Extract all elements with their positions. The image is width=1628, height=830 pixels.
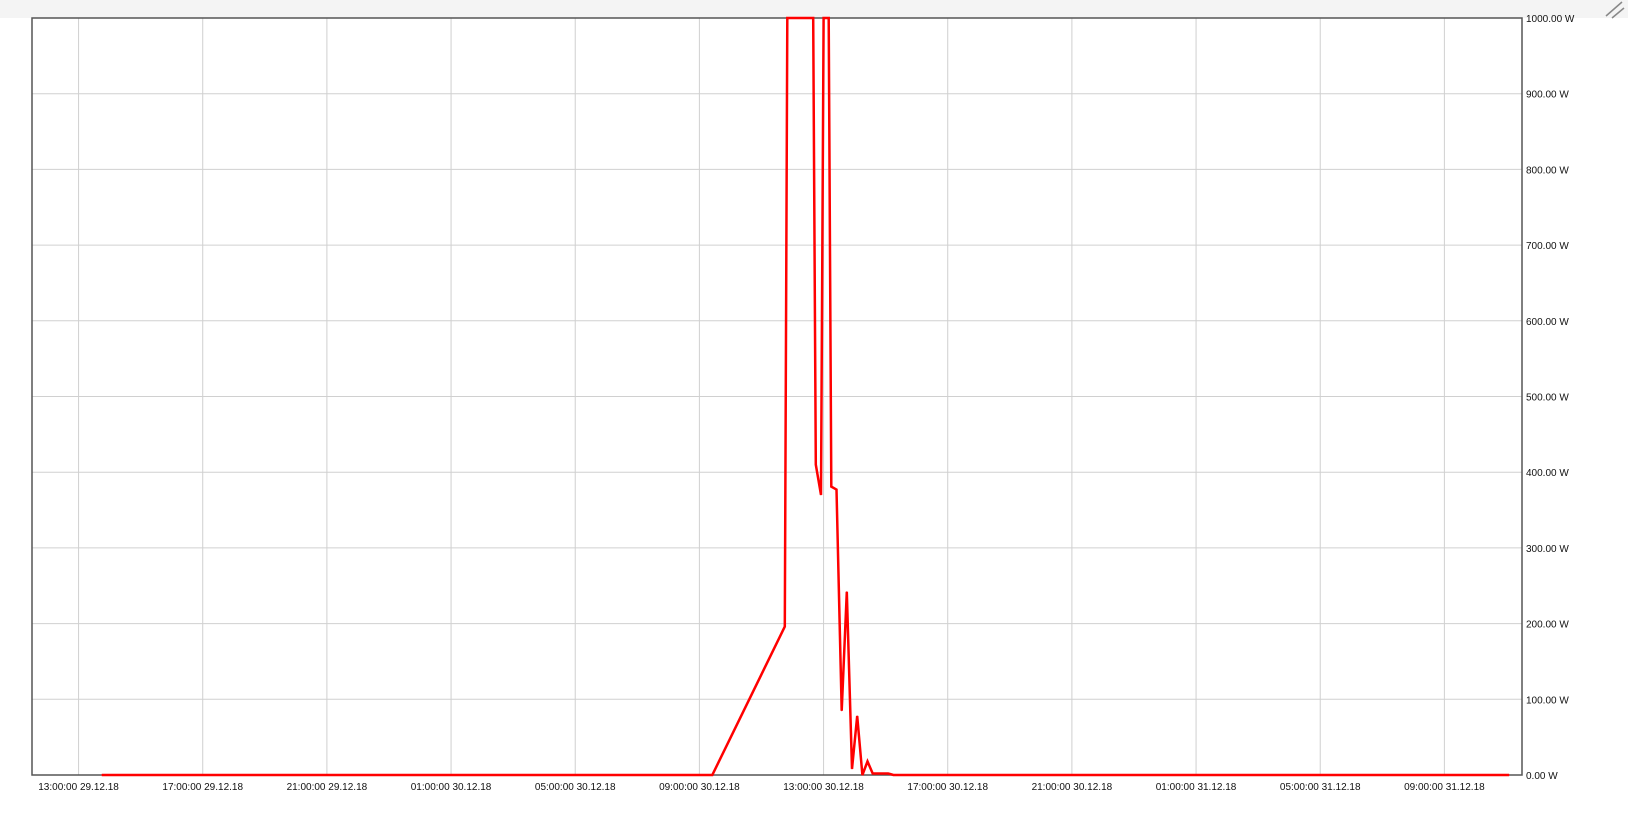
- x-tick-label: 17:00:00 30.12.18: [907, 782, 988, 793]
- data-point: [851, 768, 853, 770]
- x-tick-label: 17:00:00 29.12.18: [162, 782, 243, 793]
- x-axis-tick-labels: 13:00:00 29.12.18 17:00:00 29.12.18 21:00:…: [38, 782, 1485, 793]
- x-tick-label: 21:00:00 30.12.18: [1032, 782, 1113, 793]
- resize-handle-icon[interactable]: [1605, 1, 1625, 19]
- data-point: [823, 17, 825, 19]
- data-point: [820, 494, 822, 496]
- y-tick-label: 800.00 W: [1526, 165, 1569, 176]
- data-point: [846, 591, 848, 593]
- line-chart: 13:00:00 29.12.18 17:00:00 29.12.18 21:00:…: [31, 1, 1625, 793]
- y-tick-label: 400.00 W: [1526, 468, 1569, 479]
- data-point: [887, 773, 889, 774]
- data-point: [856, 715, 858, 717]
- data-point: [841, 710, 843, 712]
- data-point: [861, 774, 863, 776]
- y-tick-label: 100.00 W: [1526, 695, 1569, 706]
- data-point: [892, 774, 894, 776]
- x-tick-label: 13:00:00 30.12.18: [783, 782, 864, 793]
- data-point: [784, 626, 786, 628]
- x-tick-label: 01:00:00 30.12.18: [411, 782, 492, 793]
- x-tick-label: 05:00:00 30.12.18: [535, 782, 616, 793]
- chart-container: 13:00:00 29.12.18 17:00:00 29.12.18 21:00:…: [0, 0, 1628, 830]
- data-point: [867, 760, 868, 762]
- y-tick-label: 600.00 W: [1526, 317, 1569, 328]
- data-point: [786, 17, 788, 19]
- x-tick-label: 13:00:00 29.12.18: [38, 782, 119, 793]
- x-tick-label: 01:00:00 31.12.18: [1156, 782, 1237, 793]
- data-point: [872, 773, 874, 774]
- y-tick-label: 300.00 W: [1526, 544, 1569, 555]
- y-tick-label: 1000.00 W: [1526, 14, 1575, 25]
- x-tick-label: 05:00:00 31.12.18: [1280, 782, 1361, 793]
- data-point: [830, 486, 832, 488]
- x-tick-label: 09:00:00 31.12.18: [1404, 782, 1485, 793]
- y-tick-label: 700.00 W: [1526, 241, 1569, 252]
- y-tick-label: 0.00 W: [1526, 771, 1558, 782]
- y-tick-label: 200.00 W: [1526, 620, 1569, 631]
- x-tick-label: 21:00:00 29.12.18: [287, 782, 368, 793]
- data-point: [812, 17, 814, 19]
- data-point: [101, 774, 103, 776]
- y-tick-label: 900.00 W: [1526, 90, 1569, 101]
- data-point: [815, 464, 817, 466]
- y-axis-tick-labels: 1000.00 W 900.00 W 800.00 W 700.00 W 600.00 …: [1526, 14, 1575, 782]
- data-point: [1508, 774, 1510, 776]
- x-tick-label: 09:00:00 30.12.18: [659, 782, 740, 793]
- data-point: [711, 774, 713, 776]
- y-tick-label: 500.00 W: [1526, 393, 1569, 404]
- data-point: [828, 17, 830, 19]
- data-point: [836, 489, 837, 491]
